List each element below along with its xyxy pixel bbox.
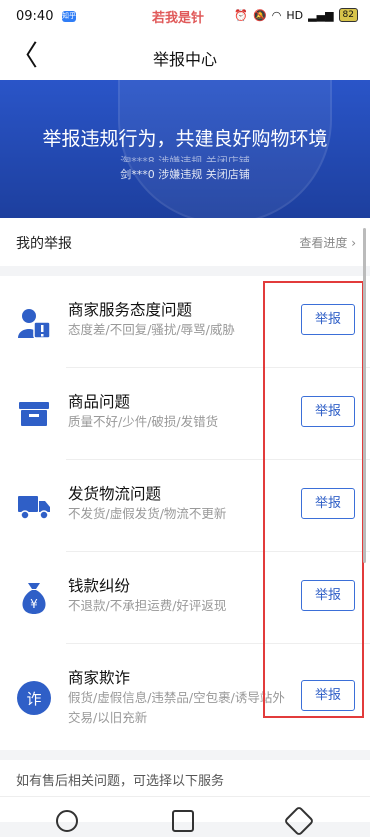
category-title: 商品问题 (68, 393, 131, 411)
my-report-row[interactable]: 我的举报 查看进度 › (0, 218, 370, 266)
money-bag-icon: ¥ (16, 580, 52, 616)
category-title: 钱款纠纷 (68, 577, 131, 595)
battery-icon: 82 (338, 8, 358, 22)
mute-icon: 🔕 (253, 8, 267, 22)
alarm-icon: ⏰ (234, 8, 249, 22)
category-desc: 质量不好/少件/破损/发错货 (68, 414, 219, 429)
after-sales-section: 如有售后相关问题，可选择以下服务 (0, 760, 370, 837)
my-report-label: 我的举报 (16, 236, 72, 252)
banner-ticker-previous: 淘***8 涉嫌违规 关闭店铺 (120, 155, 250, 162)
divider (0, 796, 370, 797)
status-bar: 09:40 知乎 若我是针 ⏰ 🔕 ◠ HD ▂▄▆ 82 (0, 0, 370, 34)
banner-title: 举报违规行为，共建良好购物环境 (42, 128, 328, 150)
user-alert-icon (16, 306, 52, 342)
scrollbar[interactable] (363, 228, 366, 563)
hero-banner: 举报违规行为，共建良好购物环境 淘***8 涉嫌违规 关闭店铺 剑***0 涉嫌… (0, 80, 370, 218)
svg-text:¥: ¥ (30, 597, 38, 611)
highlight-annotation-box (263, 281, 364, 718)
network-type-label: HD (286, 8, 304, 22)
banner-ticker-current: 剑***0 涉嫌违规 关闭店铺 (120, 168, 250, 181)
fraud-icon: 诈 (16, 680, 52, 716)
page-title: 举报中心 (152, 50, 217, 69)
box-icon (16, 396, 52, 432)
after-sales-hint: 如有售后相关问题，可选择以下服务 (16, 774, 225, 789)
truck-icon (16, 488, 52, 524)
chevron-right-icon: › (351, 236, 356, 250)
signal-icon: ▂▄▆ (308, 8, 334, 22)
category-title: 商家欺诈 (68, 669, 131, 687)
category-desc: 不退款/不承担运费/好评返现 (68, 598, 227, 613)
category-desc: 假货/虚假信息/违禁品/空包裹/诱导站外交易/以旧充新 (68, 690, 285, 725)
zhihu-app-icon: 知乎 (62, 11, 76, 22)
svg-text:诈: 诈 (26, 690, 41, 708)
wifi-icon: ◠ (271, 8, 282, 22)
status-time: 09:40 (16, 9, 54, 24)
category-title: 商家服务态度问题 (68, 301, 193, 319)
view-progress-label: 查看进度 (299, 236, 348, 250)
exchange-icon[interactable] (283, 805, 315, 837)
category-desc: 态度差/不回复/骚扰/辱骂/威胁 (68, 322, 235, 337)
category-desc: 不发货/虚假发货/物流不更新 (68, 506, 227, 521)
navigation-bar: 〈 举报中心 (0, 34, 370, 80)
category-title: 发货物流问题 (68, 485, 162, 503)
status-icons: ⏰ 🔕 ◠ HD ▂▄▆ 82 (234, 8, 358, 22)
view-progress-link[interactable]: 查看进度 › (299, 234, 356, 251)
service-icon[interactable] (56, 810, 78, 832)
watermark-text: 若我是针 (152, 11, 205, 26)
refund-icon[interactable] (172, 810, 194, 832)
